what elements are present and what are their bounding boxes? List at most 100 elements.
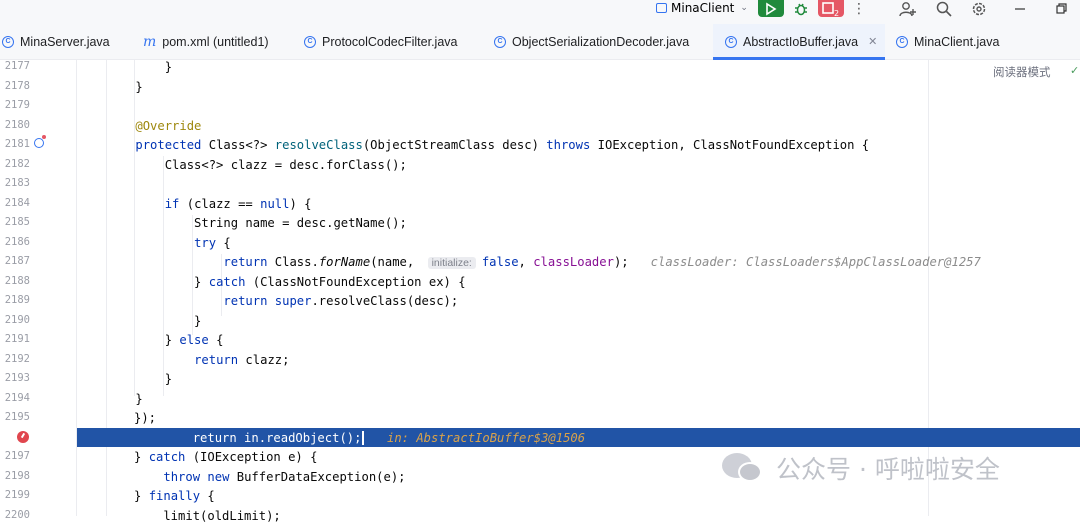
- wechat-logo-icon: [722, 451, 766, 485]
- line-number: 2197: [0, 450, 30, 462]
- line-number: 2186: [0, 236, 30, 248]
- line-number: 2189: [0, 294, 30, 306]
- chevron-down-icon: ⌄: [740, 3, 748, 13]
- inline-debug-value: in: AbstractIoBuffer$3@1506: [387, 431, 585, 445]
- code-line: 2200 limit(oldLimit);: [0, 506, 1080, 525]
- code-line: 2184 if (clazz == null) {: [0, 194, 1080, 214]
- editor-tab-bar: C MinaServer.java m pom.xml (untitled1) …: [0, 24, 1080, 60]
- class-icon: C: [304, 36, 316, 48]
- line-number: 2187: [0, 255, 30, 267]
- overrides-method-icon[interactable]: [34, 138, 44, 148]
- code-text: } catch (ClassNotFoundException ex) {: [106, 273, 466, 291]
- code-line: 2192 return clazz;: [0, 350, 1080, 370]
- code-text: return in.readObject(); in: AbstractIoBu…: [134, 429, 585, 447]
- line-number: 2190: [0, 314, 30, 326]
- minimize-button[interactable]: [1012, 0, 1028, 17]
- tab-minaclient[interactable]: C MinaClient.java: [896, 24, 999, 59]
- line-number: 2192: [0, 353, 30, 365]
- run-configuration-selector[interactable]: MinaClient ⌄: [656, 0, 748, 16]
- code-text: }: [106, 312, 201, 330]
- close-icon[interactable]: ✕: [868, 35, 877, 48]
- minimize-icon: [1014, 3, 1026, 15]
- restore-icon: [1056, 3, 1068, 15]
- stop-icon: 2: [821, 1, 841, 17]
- class-icon: C: [896, 36, 908, 48]
- search-button[interactable]: [934, 0, 954, 17]
- code-text: String name = desc.getName();: [106, 214, 407, 232]
- tab-abstractiobuffer[interactable]: C AbstractIoBuffer.java ✕: [713, 24, 885, 59]
- code-text: throw new BufferDataException(e);: [134, 468, 406, 486]
- rerun-icon: [764, 2, 778, 16]
- line-number: 2194: [0, 392, 30, 404]
- class-icon: C: [494, 36, 506, 48]
- code-line: 2185 String name = desc.getName();: [0, 213, 1080, 233]
- line-number: 2199: [0, 489, 30, 501]
- code-line: 2193 }: [0, 369, 1080, 389]
- code-text: if (clazz == null) {: [106, 195, 311, 213]
- code-line: 2186 try {: [0, 233, 1080, 253]
- tab-label: ProtocolCodecFilter.java: [322, 35, 457, 49]
- line-number: 2182: [0, 158, 30, 170]
- code-line: 2189 return super.resolveClass(desc);: [0, 291, 1080, 311]
- code-text: return clazz;: [106, 351, 289, 369]
- main-toolbar: MinaClient ⌄ 2 ⋮: [0, 0, 1080, 24]
- code-text: return super.resolveClass(desc);: [106, 292, 458, 310]
- debug-button[interactable]: [790, 0, 812, 17]
- class-icon: C: [2, 36, 14, 48]
- line-number: 2191: [0, 333, 30, 345]
- code-text: }: [106, 390, 143, 408]
- line-number: 2200: [0, 509, 30, 521]
- tab-pom-xml[interactable]: m pom.xml (untitled1): [143, 24, 269, 59]
- code-line: 2194 }: [0, 389, 1080, 409]
- watermark: 公众号 · 呼啦啦安全: [722, 450, 1000, 486]
- line-number: 2177: [0, 60, 30, 72]
- stop-button[interactable]: 2: [818, 0, 844, 17]
- code-line: 2190 }: [0, 311, 1080, 331]
- restore-button[interactable]: [1054, 0, 1070, 17]
- line-number: 2193: [0, 372, 30, 384]
- code-line: 2177 }: [0, 57, 1080, 77]
- code-text: return Class.forName(name, initialize:fa…: [106, 253, 981, 272]
- code-text: });: [134, 409, 156, 427]
- code-text: } catch (IOException e) {: [134, 448, 317, 466]
- watermark-text: 公众号 · 呼啦啦安全: [776, 450, 1000, 486]
- breakpoint-icon[interactable]: [17, 431, 29, 443]
- execution-point-line: return in.readObject(); in: AbstractIoBu…: [77, 428, 1080, 448]
- code-editor[interactable]: 阅读器模式 ✓ 2177 } 2178 } 2179 2180 @Overrid…: [0, 60, 1080, 516]
- settings-button[interactable]: [968, 0, 990, 17]
- breakpoint-gutter[interactable]: [0, 428, 77, 448]
- line-number: 2179: [0, 99, 30, 111]
- code-line: 2183: [0, 174, 1080, 194]
- tab-label: MinaClient.java: [914, 35, 999, 49]
- code-text: }: [106, 58, 172, 76]
- line-number: 2198: [0, 470, 30, 482]
- gear-icon: [971, 1, 987, 17]
- more-actions-icon[interactable]: ⋮: [852, 0, 866, 17]
- code-line: 2180 @Override: [0, 116, 1080, 136]
- code-text: } else {: [106, 331, 223, 349]
- class-icon: C: [725, 36, 737, 48]
- text-caret: [362, 431, 364, 445]
- tab-minaserver[interactable]: C MinaServer.java: [2, 24, 110, 59]
- line-number: 2185: [0, 216, 30, 228]
- maven-icon: m: [143, 34, 156, 50]
- code-text: Class<?> clazz = desc.forClass();: [106, 156, 407, 174]
- run-config-label: MinaClient: [671, 1, 734, 15]
- line-number: 2183: [0, 177, 30, 189]
- tab-label: MinaServer.java: [20, 35, 110, 49]
- tab-objectserializationdecoder[interactable]: C ObjectSerializationDecoder.java: [494, 24, 689, 59]
- parameter-hint: initialize:: [428, 257, 476, 269]
- code-line: 2181 protected Class<?> resolveClass(Obj…: [0, 135, 1080, 155]
- code-text: @Override: [106, 117, 201, 135]
- code-line: 2187 return Class.forName(name, initiali…: [0, 252, 1080, 272]
- tab-protocolcodecfilter[interactable]: C ProtocolCodecFilter.java: [304, 24, 457, 59]
- line-number: 2180: [0, 119, 30, 131]
- application-icon: [656, 3, 667, 13]
- code-text: } finally {: [134, 487, 215, 505]
- rerun-button[interactable]: [758, 0, 784, 17]
- add-user-button[interactable]: [898, 0, 918, 17]
- tab-label: ObjectSerializationDecoder.java: [512, 35, 689, 49]
- tab-label: pom.xml (untitled1): [162, 35, 268, 49]
- code-line: 2188 } catch (ClassNotFoundException ex)…: [0, 272, 1080, 292]
- bug-icon: [794, 2, 808, 16]
